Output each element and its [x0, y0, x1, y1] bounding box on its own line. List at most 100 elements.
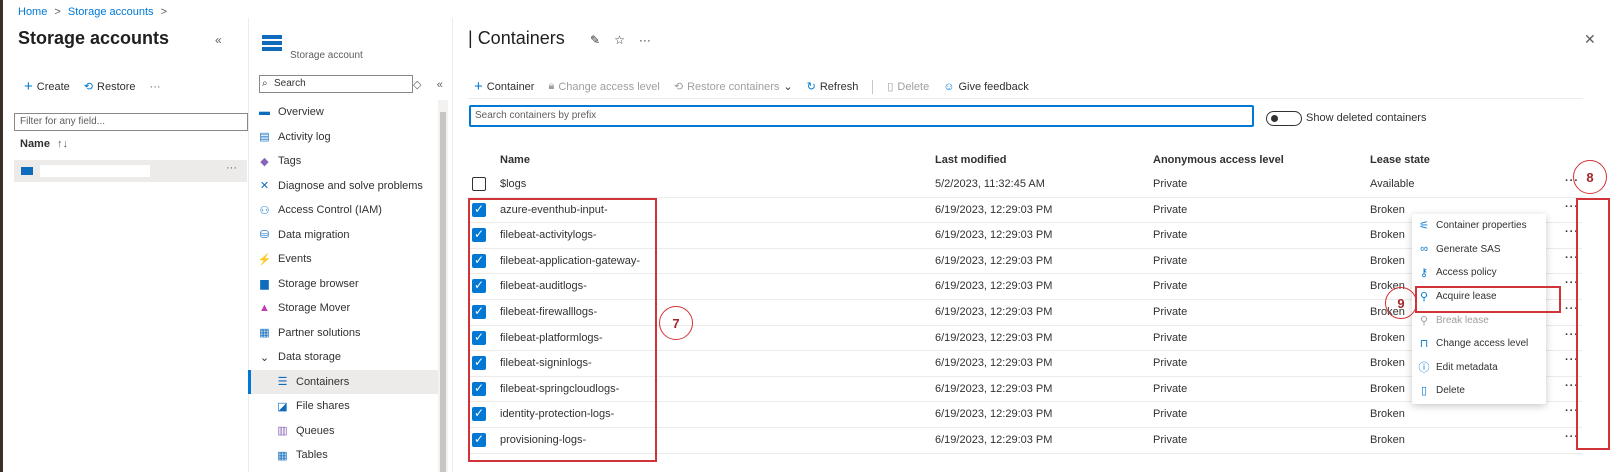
menu-item-events[interactable]: ⚡ Events — [248, 247, 438, 272]
column-header-last-modified[interactable]: Last modified — [935, 154, 1007, 166]
collapse-menu-button[interactable]: « — [437, 79, 443, 91]
menu-item-label: Containers — [296, 375, 350, 388]
restore-button[interactable]: ⟲ Restore — [83, 80, 136, 94]
menu-delete[interactable]: ▯ Delete — [1412, 379, 1546, 403]
page-title: | Containers — [468, 28, 565, 48]
more-icon[interactable]: ··· — [639, 33, 651, 47]
access-level: Private — [1153, 178, 1188, 190]
menu-item-file-shares[interactable]: ◪ File shares — [248, 394, 438, 419]
partner-icon: ▦ — [259, 327, 270, 340]
menu-item-label: Access Control (IAM) — [278, 204, 382, 217]
link-icon: ∞ — [1420, 243, 1428, 256]
menu-generate-sas[interactable]: ∞ Generate SAS — [1412, 238, 1546, 262]
column-header-lease-state[interactable]: Lease state — [1370, 154, 1430, 166]
redacted-account-name — [40, 165, 150, 177]
menu-item-overview[interactable]: ▬ Overview — [248, 100, 438, 125]
callout-9: 9 — [1385, 287, 1417, 319]
menu-item-containers[interactable]: ☰ Containers — [248, 369, 438, 394]
name-column-header[interactable]: Name ↑↓ — [20, 138, 68, 150]
name-header-label: Name — [20, 138, 50, 150]
menu-item-label: Edit metadata — [1436, 361, 1498, 373]
annotation-box-acquire-lease — [1415, 286, 1561, 313]
menu-scrollbar-thumb[interactable] — [440, 112, 446, 472]
last-modified: 6/19/2023, 12:29:03 PM — [935, 280, 1053, 293]
sort-icon: ↑↓ — [57, 138, 69, 150]
lock-icon: 🔒︎ — [548, 80, 555, 92]
breadcrumb-home[interactable]: Home — [18, 6, 47, 18]
filter-input[interactable]: Filter for any field... — [14, 113, 248, 131]
row-more-button[interactable]: ··· — [226, 162, 237, 174]
last-modified: 6/19/2023, 12:29:03 PM — [935, 408, 1053, 421]
access-level: Private — [1153, 382, 1188, 395]
breadcrumb-storage-accounts[interactable]: Storage accounts — [68, 6, 154, 18]
menu-item-diagnose[interactable]: ✕ Diagnose and solve problems — [248, 174, 438, 199]
create-button[interactable]: + Create — [24, 78, 70, 95]
column-header-access-level[interactable]: Anonymous access level — [1153, 154, 1284, 166]
menu-item-partner-solutions[interactable]: ▦ Partner solutions — [248, 321, 438, 346]
menu-search-input[interactable]: Search — [259, 75, 413, 93]
menu-item-queues[interactable]: ▥ Queues — [248, 419, 438, 444]
restore-icon: ⟲ — [83, 81, 94, 93]
collapse-left-pane-button[interactable]: « — [215, 33, 222, 47]
menu-access-policy[interactable]: ⚷ Access policy — [1412, 261, 1546, 285]
menu-item-data-migration[interactable]: ⛁ Data migration — [248, 223, 438, 248]
last-modified: 6/19/2023, 12:29:03 PM — [935, 254, 1053, 267]
menu-item-storage-mover[interactable]: ▲ Storage Mover — [248, 296, 438, 321]
containers-toolbar: + Container 🔒︎ Change access level ⟲ Restor… — [474, 78, 1029, 95]
delete-button[interactable]: ▯ Delete — [887, 80, 929, 94]
pane-divider — [452, 18, 453, 472]
menu-item-activity-log[interactable]: ▤ Activity log — [248, 125, 438, 150]
restore-containers-button[interactable]: ⟲ Restore containers ⌄ — [674, 80, 793, 94]
menu-item-tables[interactable]: ▦ Tables — [248, 443, 438, 468]
callout-7: 7 — [659, 306, 693, 340]
menu-item-label: Break lease — [1436, 314, 1489, 326]
options-icon[interactable]: ◇ — [413, 79, 421, 91]
storage-account-row[interactable]: ··· — [14, 160, 247, 182]
overview-icon: ▬ — [259, 106, 270, 119]
chevron-down-icon: ⌄ — [259, 351, 270, 364]
star-icon[interactable]: ☆ — [614, 33, 625, 47]
people-icon: ⚇ — [259, 204, 270, 217]
menu-item-label: Overview — [278, 106, 324, 119]
add-container-button[interactable]: + Container — [474, 78, 534, 95]
give-feedback-button[interactable]: ☺ Give feedback — [943, 81, 1029, 93]
queues-icon: ▥ — [277, 425, 288, 438]
toolbar-separator — [872, 79, 874, 94]
break-lease-icon: ⚲ — [1419, 314, 1429, 327]
table-row[interactable]: $logs 5/2/2023, 11:32:45 AM Private Availab… — [469, 172, 1582, 198]
menu-item-label: File shares — [296, 400, 350, 413]
pin-icon[interactable]: ✎ — [590, 33, 600, 47]
last-modified: 6/19/2023, 12:29:03 PM — [935, 382, 1053, 395]
change-access-level-button[interactable]: 🔒︎ Change access level — [548, 80, 659, 93]
access-level: Private — [1153, 305, 1188, 318]
menu-group-data-storage[interactable]: ⌄ Data storage — [248, 345, 438, 370]
menu-item-iam[interactable]: ⚇ Access Control (IAM) — [248, 198, 438, 223]
access-level: Private — [1153, 280, 1188, 293]
refresh-button[interactable]: ↻ Refresh — [807, 80, 859, 94]
more-button[interactable]: ··· — [150, 81, 161, 93]
page-title-text: Containers — [477, 28, 565, 48]
menu-container-properties[interactable]: ⚟ Container properties — [1412, 214, 1546, 238]
access-level: Private — [1153, 203, 1188, 216]
close-icon[interactable]: ✕ — [1584, 31, 1596, 48]
file-shares-icon: ◪ — [277, 400, 288, 413]
menu-item-tags[interactable]: ◆ Tags — [248, 149, 438, 174]
row-checkbox[interactable] — [472, 177, 486, 191]
chevron-down-icon: ⌄ — [783, 81, 793, 93]
resource-type-label: Storage account — [290, 50, 363, 61]
container-name[interactable]: $logs — [500, 178, 526, 190]
window-edge — [0, 0, 3, 472]
show-deleted-toggle[interactable] — [1266, 111, 1302, 126]
key-icon: ⚷ — [1419, 267, 1429, 280]
container-search-input[interactable]: Search containers by prefix — [469, 105, 1254, 127]
menu-change-access-level[interactable]: ⊓ Change access level — [1412, 332, 1546, 356]
lock-icon: ⊓ — [1419, 338, 1429, 351]
plus-icon: + — [24, 78, 33, 95]
last-modified: 6/19/2023, 12:29:03 PM — [935, 229, 1053, 242]
tables-icon: ▦ — [277, 449, 288, 462]
column-header-name[interactable]: Name — [500, 154, 530, 166]
menu-edit-metadata[interactable]: ⓘ Edit metadata — [1412, 356, 1546, 380]
menu-item-storage-browser[interactable]: ▆ Storage browser — [248, 272, 438, 297]
containers-icon: ☰ — [277, 376, 288, 389]
activity-log-icon: ▤ — [259, 131, 270, 144]
